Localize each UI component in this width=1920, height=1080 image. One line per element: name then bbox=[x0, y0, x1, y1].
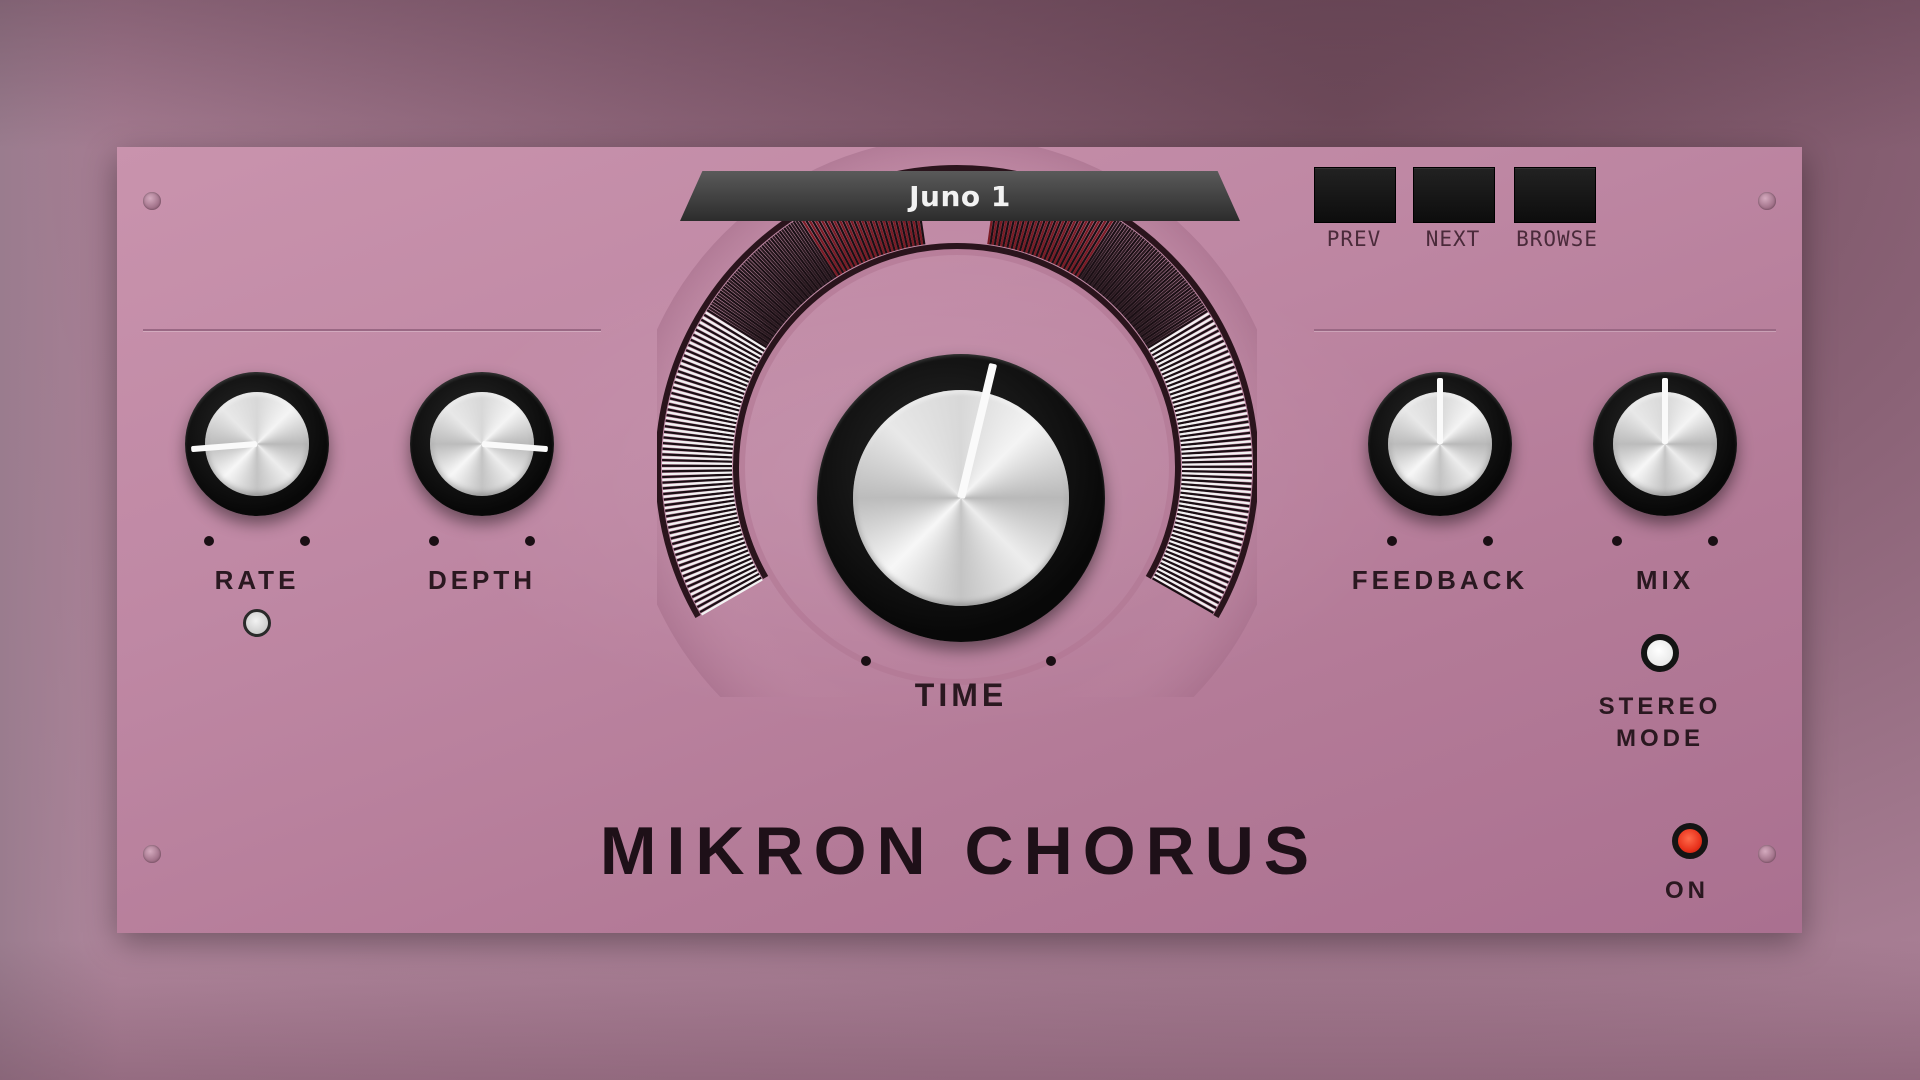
divider-left bbox=[143, 329, 601, 331]
rate-max-dot bbox=[300, 536, 310, 546]
mix-knob-pointer bbox=[1662, 378, 1668, 444]
meter-tick-gap bbox=[1181, 459, 1252, 464]
feedback-knob[interactable] bbox=[1368, 372, 1512, 516]
stereo-mode-label-line2: MODE bbox=[1616, 725, 1704, 752]
feedback-knob-pointer bbox=[1437, 378, 1443, 444]
meter-tick bbox=[1181, 467, 1252, 471]
rate-knob[interactable] bbox=[185, 372, 329, 516]
plugin-title: MIKRON CHORUS bbox=[599, 813, 1320, 889]
background-blur-top bbox=[0, 0, 1920, 150]
feedback-label: FEEDBACK bbox=[1351, 565, 1529, 595]
prev-label: PREV bbox=[1326, 227, 1382, 251]
depth-knob[interactable] bbox=[410, 372, 554, 516]
time-max-dot bbox=[1046, 656, 1056, 666]
depth-min-dot bbox=[429, 536, 439, 546]
screw-icon bbox=[1758, 192, 1776, 210]
meter-tick bbox=[1181, 462, 1252, 466]
divider-right bbox=[1314, 329, 1776, 331]
depth-label: DEPTH bbox=[427, 565, 537, 595]
preset-name-display[interactable]: Juno 1 bbox=[680, 171, 1240, 221]
screw-icon bbox=[143, 192, 161, 210]
background-blur-left bbox=[0, 0, 120, 1080]
stereo-mode-label-line1: STEREO bbox=[1598, 693, 1722, 720]
mix-label: MIX bbox=[1635, 565, 1695, 595]
rate-label: RATE bbox=[214, 565, 300, 595]
time-min-dot bbox=[861, 656, 871, 666]
browse-label: BROWSE bbox=[1516, 227, 1598, 251]
meter-tick-gap bbox=[662, 469, 733, 473]
rate-min-dot bbox=[204, 536, 214, 546]
preset-name: Juno 1 bbox=[909, 179, 1011, 213]
next-label: NEXT bbox=[1425, 227, 1481, 251]
prev-button[interactable] bbox=[1314, 167, 1396, 223]
meter-tick-gap bbox=[1181, 470, 1252, 474]
background-blur-bottom bbox=[0, 940, 1920, 1080]
time-label: TIME bbox=[914, 677, 1008, 713]
mix-knob[interactable] bbox=[1593, 372, 1737, 516]
rate-sync-led[interactable] bbox=[243, 609, 271, 637]
next-button[interactable] bbox=[1413, 167, 1495, 223]
mix-min-dot bbox=[1612, 536, 1622, 546]
mix-max-dot bbox=[1708, 536, 1718, 546]
depth-max-dot bbox=[525, 536, 535, 546]
time-knob[interactable] bbox=[817, 354, 1105, 642]
browse-button[interactable] bbox=[1514, 167, 1596, 223]
stereo-mode-led[interactable] bbox=[1641, 634, 1679, 672]
plugin-panel: Juno 1 PREV NEXT BROWSE RATE DEPTH TIME … bbox=[117, 147, 1802, 933]
feedback-max-dot bbox=[1483, 536, 1493, 546]
feedback-min-dot bbox=[1387, 536, 1397, 546]
meter-tick bbox=[662, 461, 733, 465]
